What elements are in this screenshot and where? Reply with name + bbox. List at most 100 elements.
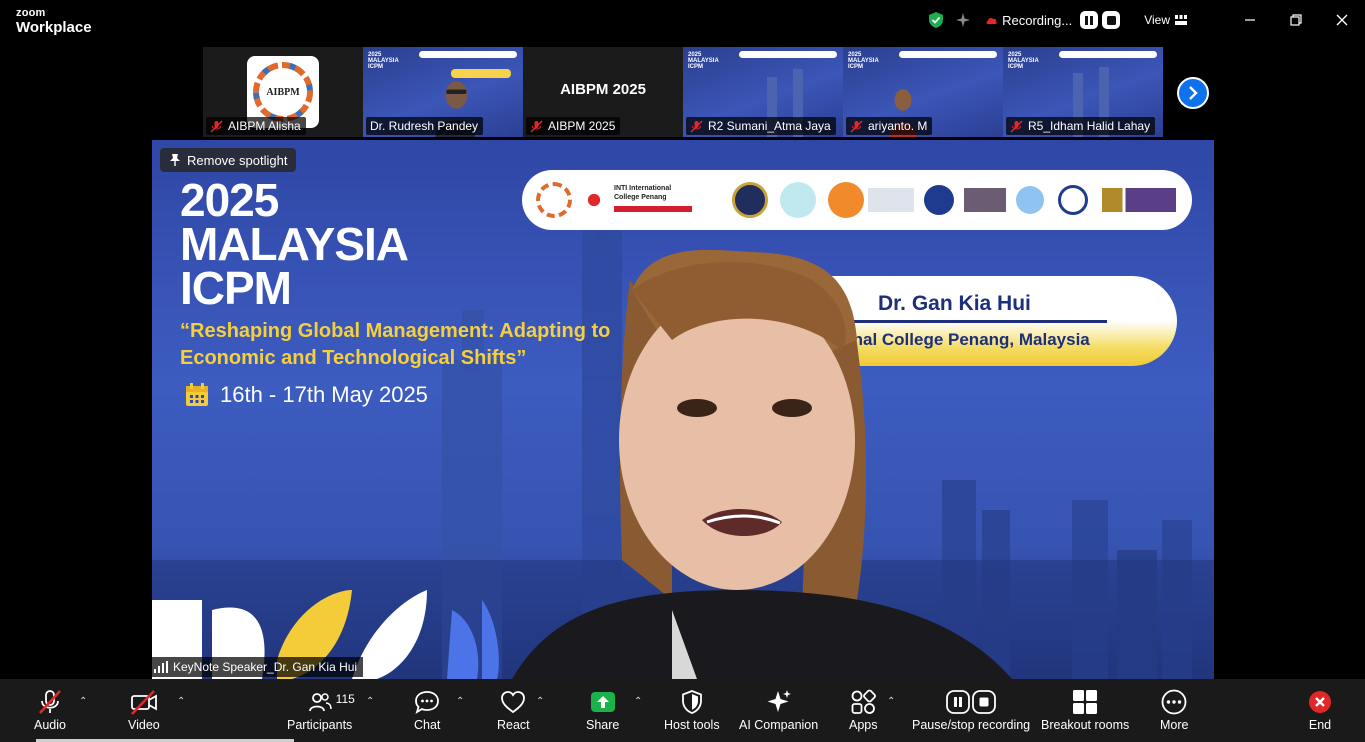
participant-name: AIBPM Alisha — [228, 119, 301, 133]
chat-label: Chat — [414, 718, 441, 732]
participant-tile[interactable]: AIBPM 2025 AIBPM 2025 — [523, 47, 683, 137]
stop-icon — [1106, 15, 1116, 25]
participants-label: Participants — [287, 718, 353, 732]
active-speaker-video: Remove spotlight 2025 MALAYSIA ICPM “Res… — [152, 140, 1214, 679]
brand-workplace: Workplace — [16, 19, 92, 36]
react-options-chevron-icon[interactable]: ⌃ — [536, 696, 544, 707]
ai-companion-button[interactable]: AI Companion — [739, 687, 818, 732]
active-speaker-name-tag: KeyNote Speaker_Dr. Gan Kia Hui — [152, 657, 364, 677]
more-icon — [1161, 689, 1187, 715]
share-button[interactable]: Share — [586, 687, 619, 732]
mini-logo-bar — [1059, 51, 1157, 58]
video-off-icon — [130, 690, 157, 715]
mini-logo-bar — [419, 51, 517, 58]
next-participants-button[interactable] — [1177, 77, 1209, 109]
video-button[interactable]: Video — [128, 687, 160, 732]
pause-stop-recording-button[interactable]: Pause/stop recording — [912, 687, 1030, 732]
participant-name-tag: R5_Idham Halid Lahay — [1006, 117, 1156, 135]
mini-slide-title: 2025 MALAYSIA ICPM — [368, 52, 399, 70]
pause-icon — [1085, 15, 1094, 25]
chat-options-chevron-icon[interactable]: ⌃ — [456, 696, 464, 707]
ai-companion-status-icon[interactable] — [955, 12, 971, 28]
signal-strength-icon — [154, 661, 168, 673]
close-window-button[interactable] — [1319, 0, 1365, 40]
chat-icon — [415, 691, 440, 714]
host-tools-button[interactable]: Host tools — [664, 687, 720, 732]
video-label: Video — [128, 718, 160, 732]
participants-button[interactable]: 115 Participants — [287, 687, 355, 732]
active-speaker-name: KeyNote Speaker_Dr. Gan Kia Hui — [173, 660, 358, 674]
end-icon — [1309, 691, 1331, 713]
presenter-video — [512, 249, 1012, 679]
apps-button[interactable]: Apps — [849, 687, 878, 732]
share-screen-icon — [590, 692, 615, 712]
encryption-shield-icon[interactable] — [927, 11, 945, 29]
participant-name-tag: ariyanto. M — [846, 117, 933, 135]
participant-name-tag: Dr. Rudresh Pandey — [366, 117, 484, 135]
restore-button[interactable] — [1273, 0, 1319, 40]
participant-tile[interactable]: AIBPM AIBPM Alisha — [203, 47, 363, 137]
cloud-recording-icon — [986, 17, 997, 24]
audio-options-chevron-icon[interactable]: ⌃ — [79, 696, 87, 707]
chat-button[interactable]: Chat — [414, 687, 440, 732]
share-label: Share — [586, 718, 620, 732]
ai-companion-label: AI Companion — [739, 718, 819, 732]
react-button[interactable]: React — [497, 687, 530, 732]
pause-stop-recording-icon — [946, 690, 996, 714]
muted-mic-icon — [1010, 120, 1023, 132]
meeting-toolbar: Audio ⌃ Video ⌃ 115 Participants ⌃ Chat … — [0, 679, 1365, 742]
breakout-rooms-label: Breakout rooms — [1041, 718, 1130, 732]
title-bar: zoom Workplace Recording... View — [0, 0, 1365, 44]
minimize-icon — [1245, 19, 1255, 21]
share-options-chevron-icon[interactable]: ⌃ — [634, 696, 642, 707]
more-button[interactable]: More — [1160, 687, 1188, 732]
participant-name: ariyanto. M — [868, 119, 928, 133]
app-brand: zoom Workplace — [16, 7, 92, 36]
view-grid-icon — [1175, 15, 1187, 25]
muted-mic-icon — [39, 690, 61, 714]
aibpm-logo-text: AIBPM — [266, 86, 300, 98]
end-label: End — [1308, 718, 1332, 732]
muted-mic-icon — [690, 120, 703, 132]
close-icon — [1336, 14, 1348, 26]
recording-status: Recording... — [1002, 12, 1073, 28]
video-options-chevron-icon[interactable]: ⌃ — [177, 696, 185, 707]
participant-tile[interactable]: 2025 MALAYSIA ICPM R2 Sumani_Atma Jaya — [683, 47, 843, 137]
mini-slide-title: 2025 MALAYSIA ICPM — [848, 52, 879, 70]
participant-name: R2 Sumani_Atma Jaya — [708, 119, 831, 133]
participant-name: R5_Idham Halid Lahay — [1028, 119, 1151, 133]
pause-recording-button[interactable] — [1080, 11, 1099, 29]
audio-button[interactable]: Audio — [34, 687, 66, 732]
heart-icon — [501, 691, 526, 714]
participant-strip: AIBPM AIBPM Alisha 2025 MALAYSIA ICPM Dr. … — [203, 47, 1163, 137]
breakout-rooms-button[interactable]: Breakout rooms — [1041, 687, 1129, 732]
view-menu-button[interactable]: View — [1144, 13, 1170, 27]
participant-tile[interactable]: 2025 MALAYSIA ICPM ariyanto. M — [843, 47, 1003, 137]
breakout-rooms-icon — [1073, 690, 1098, 714]
mini-slide-title: 2025 MALAYSIA ICPM — [1008, 52, 1039, 70]
mini-logo-bar — [899, 51, 997, 58]
muted-mic-icon — [210, 120, 223, 132]
participant-name-tag: AIBPM 2025 — [526, 117, 621, 135]
chevron-right-icon — [1189, 86, 1198, 100]
pause-stop-recording-label: Pause/stop recording — [912, 718, 1031, 732]
mini-slide-title: 2025 MALAYSIA ICPM — [688, 52, 719, 70]
apps-icon — [851, 689, 877, 714]
participant-name-tag: R2 Sumani_Atma Jaya — [686, 117, 836, 135]
participant-tile[interactable]: 2025 MALAYSIA ICPM R5_Idham Halid Lahay — [1003, 47, 1163, 137]
participant-avatar-text: AIBPM 2025 — [560, 81, 646, 98]
host-tools-label: Host tools — [664, 718, 720, 732]
participant-tile[interactable]: 2025 MALAYSIA ICPM Dr. Rudresh Pandey — [363, 47, 523, 137]
participant-name-tag: AIBPM Alisha — [206, 117, 306, 135]
host-tools-shield-icon — [681, 690, 702, 714]
participants-options-chevron-icon[interactable]: ⌃ — [366, 696, 374, 707]
stop-recording-button[interactable] — [1102, 11, 1121, 29]
apps-options-chevron-icon[interactable]: ⌃ — [887, 696, 895, 707]
brand-zoom: zoom — [16, 7, 46, 19]
muted-mic-icon — [850, 120, 863, 132]
apps-label: Apps — [849, 718, 878, 732]
mini-logo-bar — [739, 51, 837, 58]
minimize-button[interactable] — [1227, 0, 1273, 40]
ai-sparkle-icon — [767, 690, 791, 712]
end-meeting-button[interactable]: End — [1307, 687, 1333, 732]
